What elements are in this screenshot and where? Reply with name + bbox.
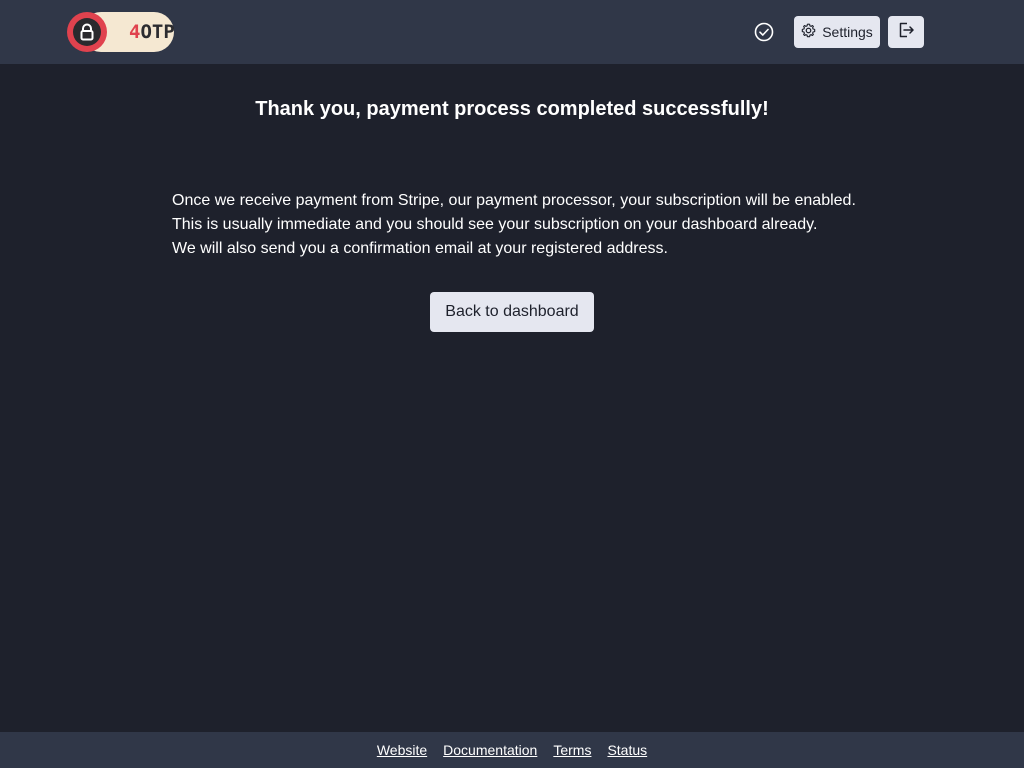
message-line: This is usually immediate and you should… bbox=[172, 216, 818, 233]
logout-icon bbox=[897, 21, 915, 44]
settings-button[interactable]: Settings bbox=[794, 16, 880, 48]
confirmation-message: Once we receive payment from Stripe, our… bbox=[172, 189, 892, 261]
settings-label: Settings bbox=[822, 24, 873, 40]
message-line: We will also send you a confirmation ema… bbox=[172, 240, 668, 257]
footer-link-terms[interactable]: Terms bbox=[553, 742, 591, 758]
gear-icon bbox=[801, 23, 816, 41]
footer-link-status[interactable]: Status bbox=[607, 742, 647, 758]
check-circle-icon[interactable] bbox=[752, 20, 776, 44]
footer: Website Documentation Terms Status bbox=[0, 732, 1024, 768]
message-line: Once we receive payment from Stripe, our… bbox=[172, 192, 856, 209]
lock-icon bbox=[67, 12, 107, 52]
top-bar: 4OTP Settings bbox=[0, 0, 1024, 64]
footer-link-documentation[interactable]: Documentation bbox=[443, 742, 537, 758]
logo-text: 4OTP bbox=[129, 21, 175, 43]
logout-button[interactable] bbox=[888, 16, 924, 48]
page-title: Thank you, payment process completed suc… bbox=[255, 98, 769, 120]
footer-link-website[interactable]: Website bbox=[377, 742, 427, 758]
logo[interactable]: 4OTP bbox=[67, 12, 175, 52]
back-to-dashboard-button[interactable]: Back to dashboard bbox=[430, 292, 594, 332]
